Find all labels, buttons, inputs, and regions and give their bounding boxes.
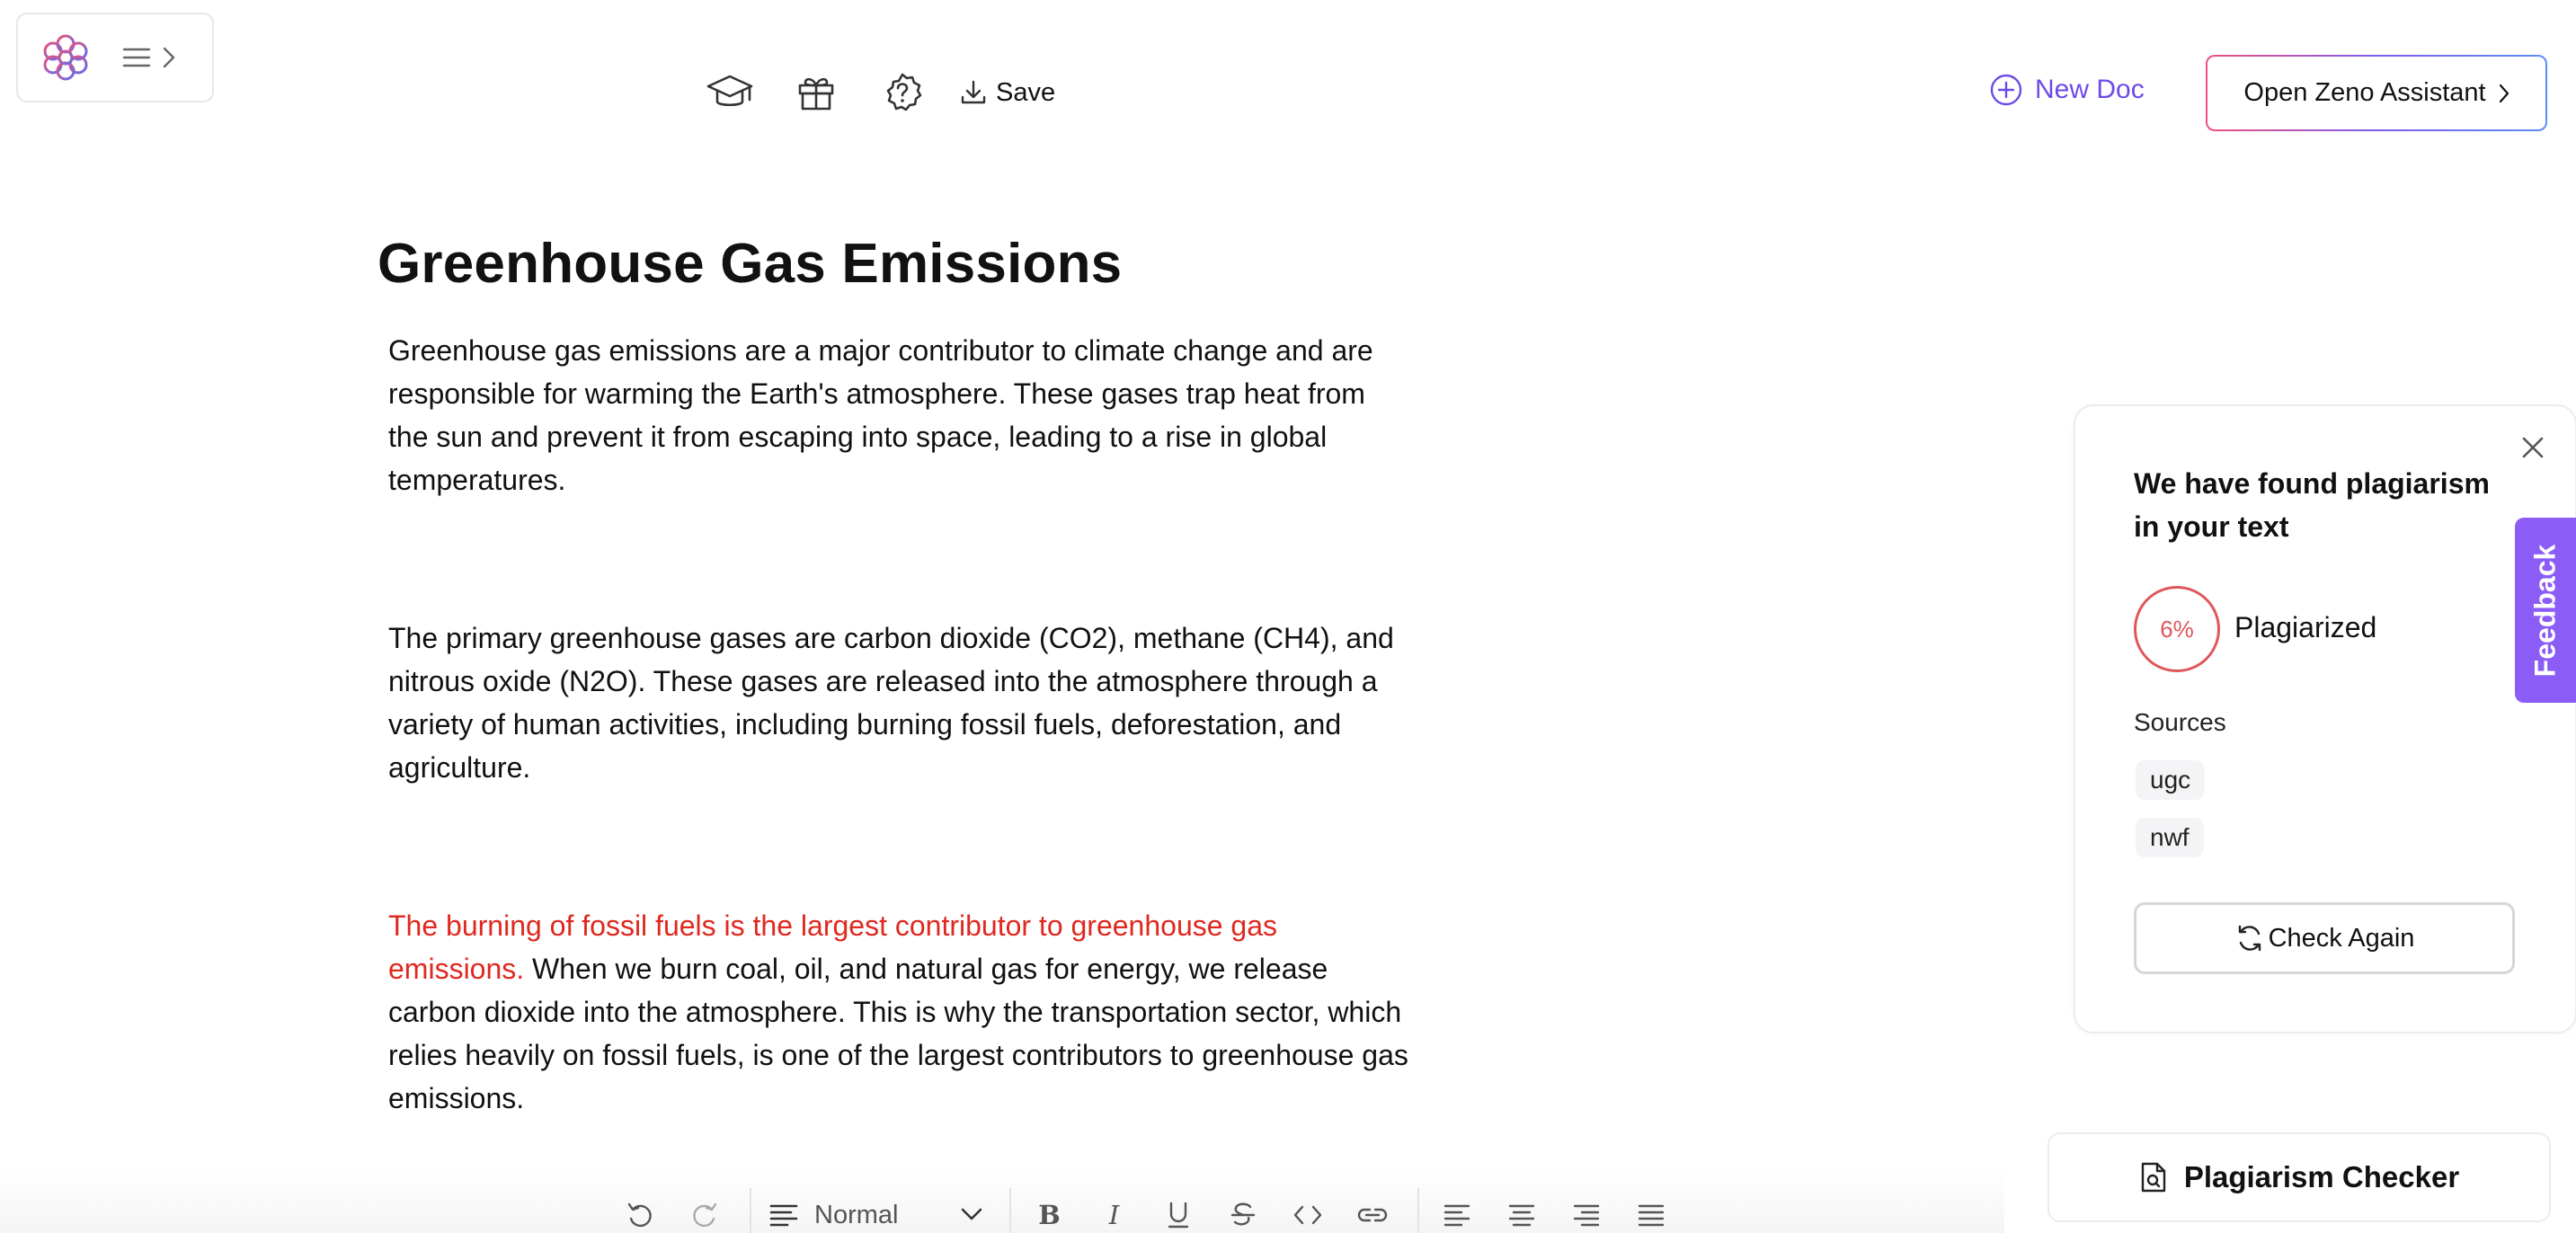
plagiarism-score: 6%	[2134, 586, 2220, 672]
document-title[interactable]: Greenhouse Gas Emissions	[378, 232, 1122, 296]
brand-box	[16, 13, 214, 102]
brain-logo-icon	[43, 34, 88, 81]
undo-icon	[627, 1202, 652, 1228]
document-search-icon	[2141, 1162, 2166, 1193]
plagiarism-checker-button[interactable]: Plagiarism Checker	[2047, 1132, 2551, 1222]
save-button[interactable]: Save	[960, 78, 1055, 108]
plagiarism-checker-label: Plagiarism Checker	[2183, 1160, 2460, 1193]
code-icon	[1294, 1205, 1322, 1225]
close-icon	[2522, 437, 2544, 458]
source-chip-nwf[interactable]: nwf	[2136, 818, 2204, 857]
paragraph-2[interactable]: The primary greenhouse gases are carbon …	[388, 616, 1413, 789]
redo-icon	[693, 1202, 717, 1228]
text-style-select[interactable]: Normal	[769, 1201, 986, 1230]
paragraph-1[interactable]: Greenhouse gas emissions are a major con…	[388, 329, 1413, 501]
bold-button[interactable]: B	[1029, 1195, 1069, 1233]
align-right-icon	[1574, 1204, 1600, 1227]
new-doc-button[interactable]: New Doc	[1990, 74, 2145, 106]
plus-circle-icon	[1990, 74, 2022, 106]
editor-app: Save New Doc Open Zeno Assistant Greenho…	[0, 0, 2576, 1233]
link-icon	[1358, 1208, 1388, 1222]
bold-icon: B	[1038, 1200, 1061, 1230]
toolbar-divider	[1417, 1188, 1420, 1233]
chevron-right-icon	[2499, 84, 2509, 102]
italic-icon: I	[1108, 1200, 1120, 1230]
link-button[interactable]	[1353, 1195, 1392, 1233]
strikethrough-icon	[1231, 1202, 1256, 1226]
code-button[interactable]	[1288, 1195, 1328, 1233]
hamburger-icon	[122, 48, 151, 67]
download-icon	[961, 80, 986, 104]
plagiarism-score-label: Plagiarized	[2234, 611, 2377, 643]
tutorial-button[interactable]	[705, 67, 755, 118]
chevron-right-icon	[163, 47, 175, 68]
align-right-button[interactable]	[1567, 1195, 1606, 1233]
document-body[interactable]: Greenhouse gas emissions are a major con…	[388, 329, 1413, 1120]
toolbar-divider	[750, 1188, 751, 1233]
rewards-button[interactable]	[791, 67, 841, 118]
align-justify-button[interactable]	[1631, 1195, 1671, 1233]
feedback-label: Feedback	[2528, 544, 2562, 677]
underline-icon	[1168, 1202, 1189, 1229]
check-again-label: Check Again	[2268, 923, 2415, 953]
paragraph-3[interactable]: The burning of fossil fuels is the large…	[388, 904, 1413, 1120]
align-justify-icon	[1639, 1204, 1665, 1227]
graduation-cap-icon	[706, 75, 753, 107]
align-left-icon	[1444, 1204, 1470, 1227]
source-chip-ugc[interactable]: ugc	[2136, 760, 2206, 800]
help-button[interactable]	[877, 67, 928, 118]
underline-button[interactable]	[1159, 1195, 1198, 1233]
plagiarism-heading: We have found plagiarism in your text	[2134, 467, 2490, 543]
chevron-down-icon	[962, 1208, 982, 1220]
help-badge-icon	[886, 73, 922, 111]
open-zeno-assistant-button[interactable]: Open Zeno Assistant	[2206, 55, 2547, 131]
open-zeno-assistant-label: Open Zeno Assistant	[2243, 78, 2486, 107]
sources-title: Sources	[2134, 708, 2226, 736]
text-style-value: Normal	[814, 1200, 899, 1229]
toolbar-divider	[1009, 1188, 1012, 1233]
refresh-icon	[2238, 925, 2261, 952]
check-again-button[interactable]: Check Again	[2134, 902, 2515, 974]
align-center-icon	[1509, 1204, 1535, 1227]
italic-button[interactable]: I	[1094, 1195, 1133, 1233]
align-left-button[interactable]	[1437, 1195, 1477, 1233]
save-label: Save	[996, 77, 1056, 107]
paragraph-style-icon	[769, 1204, 798, 1227]
sidebar-toggle-button[interactable]	[122, 46, 176, 69]
feedback-tab[interactable]: Feedback	[2515, 518, 2576, 703]
align-center-button[interactable]	[1502, 1195, 1541, 1233]
undo-button[interactable]	[620, 1195, 660, 1233]
strikethrough-button[interactable]	[1223, 1195, 1263, 1233]
new-doc-label: New Doc	[2035, 75, 2145, 104]
gift-icon	[798, 77, 834, 111]
paragraph-3-text: When we burn coal, oil, and natural gas …	[388, 953, 1408, 1114]
top-toolbar: Save	[705, 65, 1055, 120]
format-toolbar: Normal B I	[620, 1188, 1696, 1233]
close-panel-button[interactable]	[2517, 431, 2549, 464]
redo-button[interactable]	[685, 1195, 724, 1233]
